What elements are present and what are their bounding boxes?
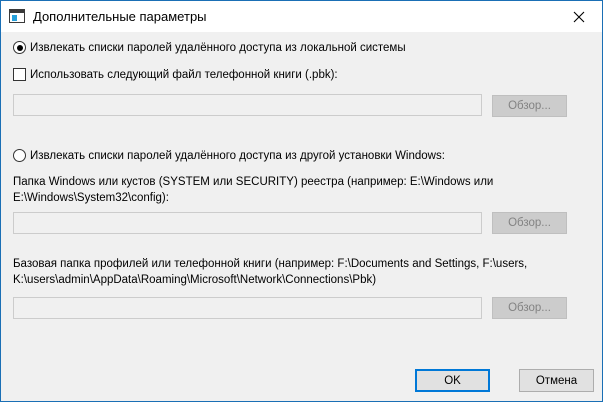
profile-folder-browse-button[interactable]: Обзор... xyxy=(492,297,567,319)
profile-folder-label-line1: Базовая папка профилей или телефонной кн… xyxy=(13,258,528,270)
local-system-radio-option[interactable]: Извлекать списки паролей удалённого дост… xyxy=(13,41,406,54)
other-installation-radio[interactable] xyxy=(13,149,26,162)
phonebook-browse-button[interactable]: Обзор... xyxy=(492,95,567,117)
title-bar[interactable]: Дополнительные параметры xyxy=(1,1,602,32)
windows-folder-label-line1: Папка Windows или кустов (SYSTEM или SEC… xyxy=(13,176,494,188)
phonebook-path-field[interactable] xyxy=(13,94,482,116)
other-installation-radio-label[interactable]: Извлекать списки паролей удалённого дост… xyxy=(30,150,445,162)
profile-folder-field[interactable] xyxy=(13,297,482,319)
other-installation-radio-option[interactable]: Извлекать списки паролей удалённого дост… xyxy=(13,149,445,162)
dialog-window: Дополнительные параметры Извлекать списк… xyxy=(0,0,603,402)
ok-button[interactable]: OK xyxy=(415,369,490,392)
windows-folder-label-line2: E:\Windows\System32\config): xyxy=(13,192,169,204)
phonebook-checkbox-label[interactable]: Использовать следующий файл телефонной к… xyxy=(30,69,338,81)
close-button[interactable] xyxy=(556,1,602,32)
cancel-button[interactable]: Отмена xyxy=(519,369,594,392)
phonebook-checkbox[interactable] xyxy=(13,68,26,81)
phonebook-checkbox-option[interactable]: Использовать следующий файл телефонной к… xyxy=(13,68,338,81)
window-title: Дополнительные параметры xyxy=(33,9,207,24)
profile-folder-label-line2: K:\users\admin\AppData\Roaming\Microsoft… xyxy=(13,274,377,286)
local-system-radio[interactable] xyxy=(13,41,26,54)
window-app-icon xyxy=(9,9,25,23)
windows-folder-field[interactable] xyxy=(13,212,482,234)
windows-folder-browse-button[interactable]: Обзор... xyxy=(492,212,567,234)
close-icon xyxy=(573,11,585,22)
local-system-radio-label[interactable]: Извлекать списки паролей удалённого дост… xyxy=(30,42,406,54)
